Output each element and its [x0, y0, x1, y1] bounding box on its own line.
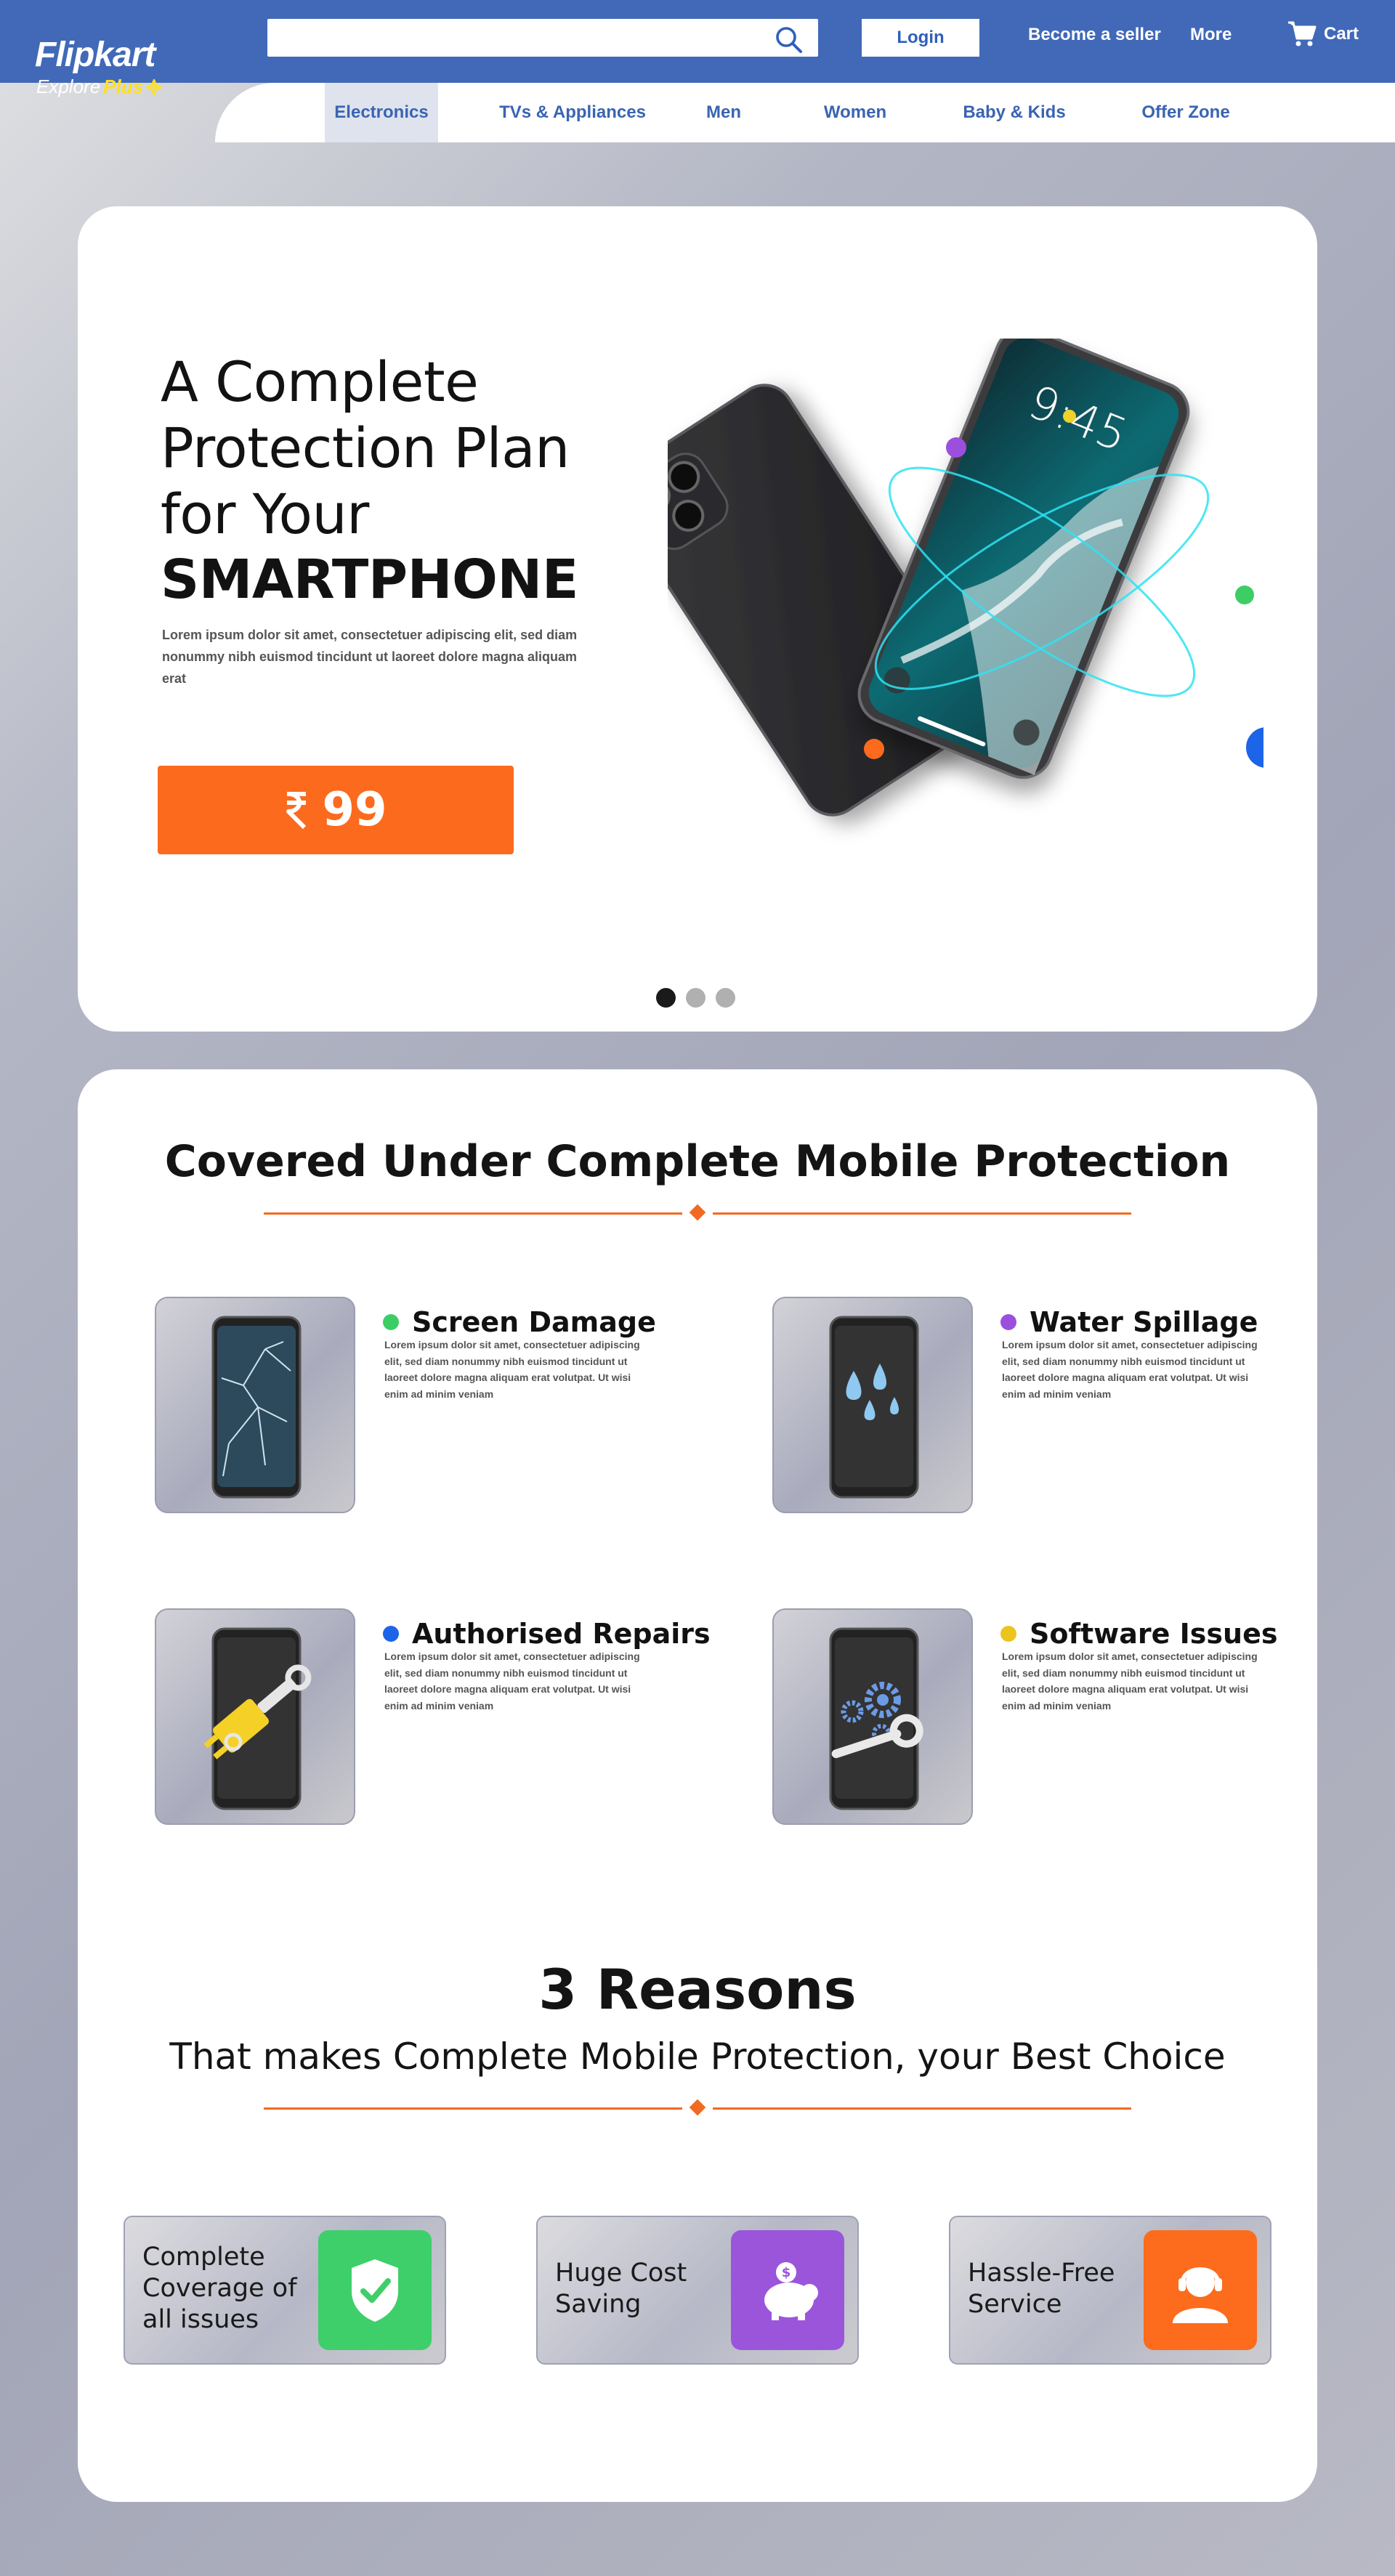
rupee-icon — [286, 792, 307, 830]
hero-title-line: for Your — [161, 482, 369, 546]
feature-heading: Authorised Repairs — [383, 1618, 711, 1650]
search-box[interactable] — [267, 19, 818, 57]
carousel-indicators — [656, 988, 735, 1008]
cart-label: Cart — [1324, 24, 1359, 44]
hero-banner: A Complete Protection Plan for Your SMAR… — [78, 206, 1317, 1032]
feature-heading: Water Spillage — [1000, 1306, 1258, 1338]
flipkart-logo[interactable]: Flipkart Explore Plus — [35, 36, 163, 98]
water-spillage-thumbnail — [772, 1297, 973, 1513]
feature-heading: Screen Damage — [383, 1306, 656, 1338]
svg-text:$: $ — [782, 2265, 791, 2280]
feature-title: Screen Damage — [412, 1306, 656, 1338]
reason-label: Huge Cost Saving — [555, 2258, 687, 2320]
support-agent-icon — [1173, 2267, 1228, 2323]
coverage-title: Covered Under Complete Mobile Protection — [164, 1136, 1231, 1187]
hero-smartphone-illustration: 9:45 — [668, 339, 1263, 817]
reason-label-line: Complete — [142, 2243, 265, 2272]
repair-tools-icon — [203, 1627, 312, 1810]
water-drops-icon — [829, 1316, 919, 1499]
nav-item-baby-kids[interactable]: Baby & Kids — [949, 83, 1080, 142]
top-header: Flipkart Explore Plus Login Become a sel… — [0, 0, 1395, 97]
carousel-dot[interactable] — [686, 988, 705, 1008]
nav-item-men[interactable]: Men — [695, 83, 753, 142]
nav-item-electronics[interactable]: Electronics — [325, 83, 438, 142]
logo-tagline: Explore Plus — [36, 76, 163, 98]
nav-item-tvs-appliances[interactable]: TVs & Appliances — [487, 83, 658, 142]
hero-title-line: Protection Plan — [161, 416, 570, 480]
plus-star-icon — [146, 78, 163, 95]
section-divider — [264, 1204, 1131, 1221]
nav-item-offer-zone[interactable]: Offer Zone — [1128, 83, 1244, 142]
carousel-dot[interactable] — [716, 988, 735, 1008]
reason-label-line: Coverage of — [142, 2274, 297, 2303]
authorised-repairs-thumbnail — [155, 1608, 355, 1825]
shield-check-icon — [352, 2259, 398, 2322]
feature-description: Lorem ipsum dolor sit amet, consectetuer… — [384, 1650, 640, 1712]
gears-wrench-icon — [829, 1627, 923, 1810]
reason-label-line: Service — [968, 2290, 1062, 2319]
reason-icon-tile: $ — [731, 2230, 844, 2350]
reason-label: Hassle-Free Service — [968, 2258, 1115, 2320]
logo-tagline-plus: Plus — [103, 76, 144, 97]
reason-card: Huge Cost Saving $ — [536, 2216, 859, 2365]
cracked-screen-icon — [211, 1316, 302, 1499]
bullet-dot — [383, 1314, 399, 1330]
become-seller-link[interactable]: Become a seller — [1028, 25, 1161, 45]
reasons-title: 3 Reasons — [538, 1957, 857, 2022]
reason-card: Complete Coverage of all issues — [124, 2216, 446, 2365]
hero-title-emphasis: SMARTPHONE — [161, 548, 578, 611]
feature-description: Lorem ipsum dolor sit amet, consectetuer… — [1002, 1339, 1258, 1400]
nav-item-women[interactable]: Women — [815, 83, 895, 142]
bullet-dot — [1000, 1626, 1016, 1642]
software-issues-thumbnail — [772, 1608, 973, 1825]
feature-heading: Software Issues — [1000, 1618, 1277, 1650]
feature-description: Lorem ipsum dolor sit amet, consectetuer… — [1002, 1650, 1258, 1712]
price-value: 99 — [322, 783, 387, 837]
piggy-bank-icon: $ — [764, 2262, 818, 2320]
bullet-dot — [383, 1626, 399, 1642]
more-menu[interactable]: More — [1190, 25, 1232, 45]
reason-label-line: Hassle-Free — [968, 2259, 1115, 2288]
hero-description: Lorem ipsum dolor sit amet, consectetuer… — [162, 628, 578, 686]
reason-card: Hassle-Free Service — [949, 2216, 1271, 2365]
reason-label-line: all issues — [142, 2305, 259, 2334]
feature-title: Authorised Repairs — [412, 1618, 711, 1650]
reasons-subtitle: That makes Complete Mobile Protection, y… — [169, 2036, 1226, 2078]
category-nav: Electronics TVs & Appliances Men Women B… — [215, 83, 1395, 142]
coverage-section: Covered Under Complete Mobile Protection… — [78, 1069, 1317, 2502]
buy-plan-button[interactable]: 99 — [158, 766, 514, 854]
logo-tagline-explore: Explore — [36, 76, 101, 97]
bullet-dot — [1000, 1314, 1016, 1330]
hero-title-line: A Complete — [161, 349, 479, 414]
search-input[interactable] — [267, 19, 761, 57]
reason-label-line: Huge Cost — [555, 2259, 687, 2288]
screen-damage-thumbnail — [155, 1297, 355, 1513]
feature-title: Water Spillage — [1030, 1306, 1258, 1338]
carousel-dot[interactable] — [656, 988, 676, 1008]
reason-icon-tile — [318, 2230, 432, 2350]
logo-name: Flipkart — [35, 36, 155, 74]
reason-icon-tile — [1144, 2230, 1257, 2350]
reason-label-line: Saving — [555, 2290, 642, 2319]
section-divider — [264, 2099, 1131, 2116]
feature-title: Software Issues — [1030, 1618, 1278, 1650]
cart-button[interactable]: Cart — [1287, 20, 1359, 48]
reason-label: Complete Coverage of all issues — [142, 2242, 297, 2336]
cart-icon — [1288, 21, 1317, 46]
feature-description: Lorem ipsum dolor sit amet, consectetuer… — [384, 1339, 640, 1400]
search-icon[interactable] — [775, 25, 804, 54]
login-button[interactable]: Login — [862, 19, 979, 57]
hero-title: A Complete Protection Plan for Your SMAR… — [161, 349, 578, 613]
